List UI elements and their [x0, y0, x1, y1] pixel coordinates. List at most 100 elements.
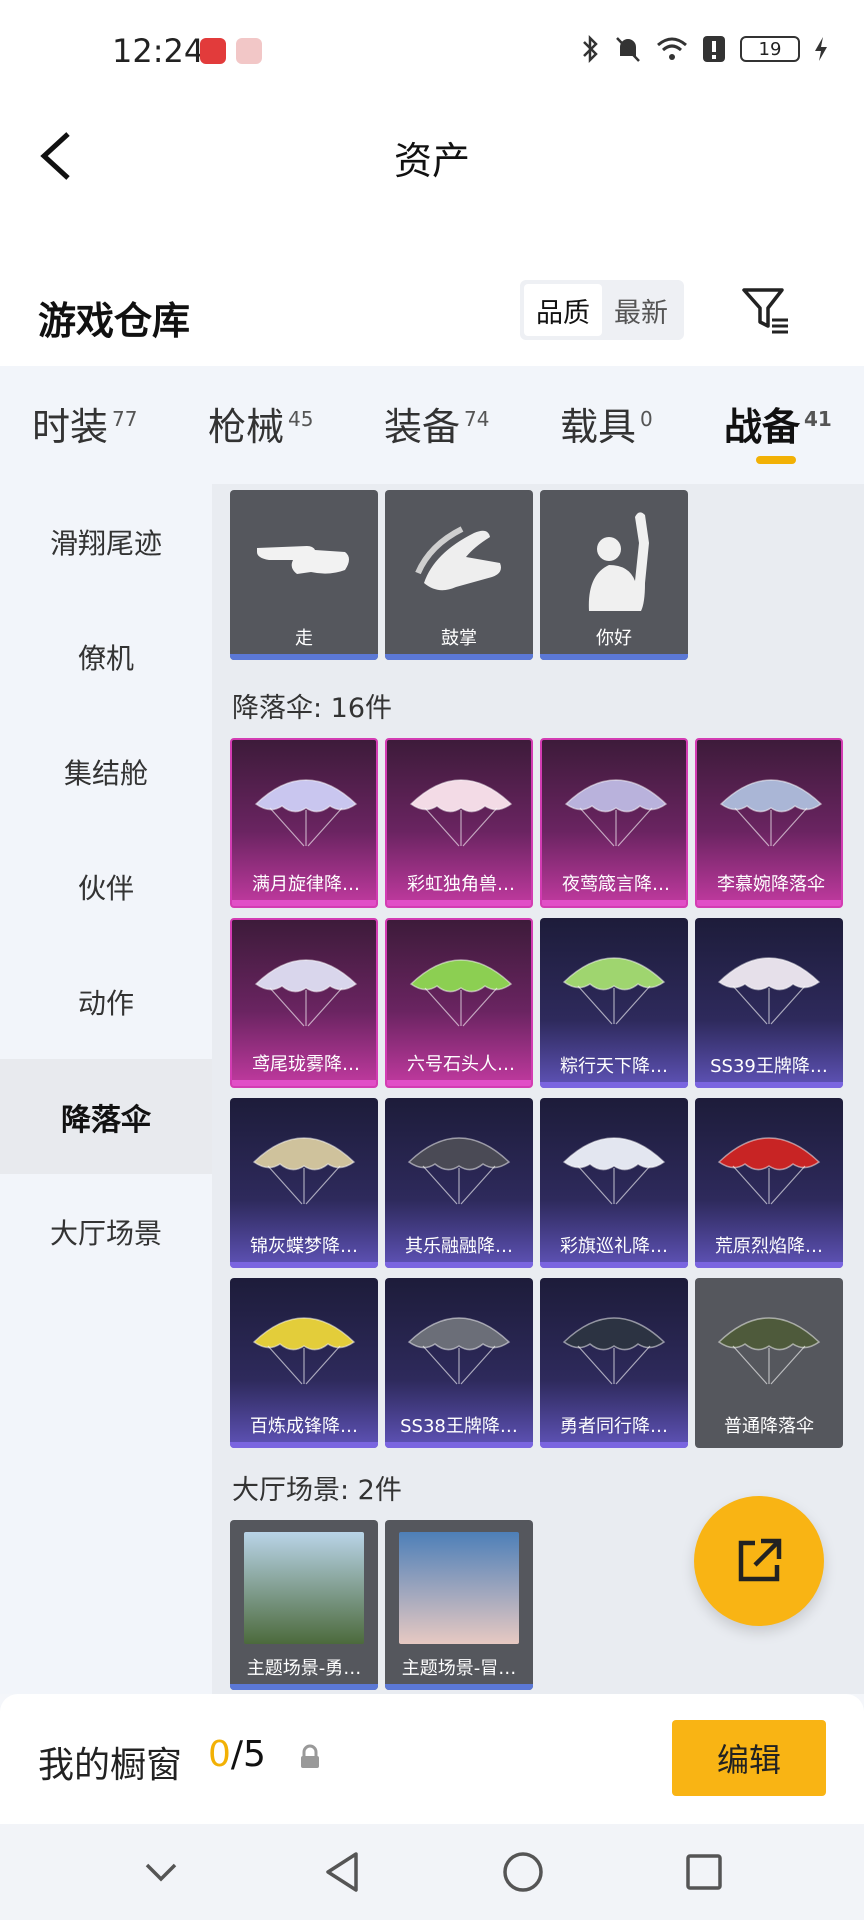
scene-thumbnail	[399, 1532, 519, 1644]
share-fab-button[interactable]	[694, 1496, 824, 1626]
parachute-card[interactable]: 荒原烈焰降…	[695, 1098, 843, 1268]
parachute-card[interactable]: 满月旋律降…	[230, 738, 378, 908]
pointing-hand-icon	[257, 546, 349, 574]
nav-collapse-button[interactable]	[131, 1842, 191, 1902]
parachute-card[interactable]: SS38王牌降…	[385, 1278, 533, 1448]
sidebar-item-wingman[interactable]: 僚机	[0, 599, 212, 714]
showcase-current-count: 0	[208, 1734, 231, 1775]
battery-icon: 19	[740, 36, 800, 62]
nav-back-button[interactable]	[312, 1842, 372, 1902]
sidebar-item-assembly-pod[interactable]: 集结舱	[0, 714, 212, 829]
parachute-card[interactable]: 李慕婉降落伞	[695, 738, 843, 908]
item-name: 走	[295, 628, 313, 649]
showcase-count: 0/5	[208, 1734, 266, 1775]
parachute-card[interactable]: 百炼成锋降…	[230, 1278, 378, 1448]
parachute-icon	[717, 1317, 821, 1385]
item-name: 主题场景-勇…	[246, 1658, 362, 1679]
parachute-card[interactable]: 六号石头人…	[385, 918, 533, 1088]
item-name: SS38王牌降…	[400, 1416, 518, 1437]
app-notification-icon	[200, 38, 226, 64]
parachute-icon	[407, 1317, 511, 1385]
warehouse-header: 游戏仓库 品质 最新	[0, 270, 864, 370]
item-name: 鸢尾珑雾降…	[252, 1054, 360, 1075]
item-name: 锦灰蝶梦降…	[250, 1236, 358, 1257]
mute-bell-icon	[616, 37, 640, 62]
parachute-icon	[564, 779, 668, 847]
tab-count: 41	[804, 407, 832, 432]
tab-label: 战备	[724, 405, 801, 449]
tab-equipment[interactable]: 装备 74	[384, 396, 489, 451]
parachute-icon	[252, 1317, 356, 1385]
item-name: 李慕婉降落伞	[717, 874, 825, 895]
parachute-card[interactable]: 勇者同行降…	[540, 1278, 688, 1448]
tab-vehicles[interactable]: 载具 0	[560, 396, 653, 451]
parachute-icon	[252, 1137, 356, 1205]
sort-latest-option[interactable]: 最新	[602, 284, 680, 336]
tab-count: 0	[640, 407, 653, 432]
parachute-card[interactable]: 锦灰蝶梦降…	[230, 1098, 378, 1268]
filter-icon	[742, 288, 788, 334]
edit-button[interactable]: 编辑	[672, 1720, 826, 1796]
sidebar-item-glide-trail[interactable]: 滑翔尾迹	[0, 484, 212, 599]
item-name: 你好	[596, 628, 632, 649]
parachute-icon	[409, 779, 513, 847]
showcase-total-count: /5	[230, 1734, 266, 1775]
item-name: 普通降落伞	[724, 1416, 814, 1437]
nav-recents-button[interactable]	[674, 1842, 734, 1902]
emote-card-clap[interactable]: 鼓掌	[385, 490, 533, 660]
item-name: 满月旋律降…	[252, 874, 360, 895]
tab-battle-prep[interactable]: 战备 41	[724, 396, 832, 451]
tab-label: 载具	[560, 405, 637, 449]
item-name: 主题场景-冒…	[401, 1658, 517, 1679]
showcase-bar: 我的橱窗 0/5 编辑	[0, 1694, 864, 1824]
sidebar-item-lobby-scene[interactable]: 大厅场景	[0, 1174, 212, 1289]
lobby-scene-section-label: 大厅场景: 2件	[232, 1475, 402, 1506]
lobby-scene-card[interactable]: 主题场景-冒…	[385, 1520, 533, 1690]
parachute-icon	[407, 1137, 511, 1205]
lobby-scene-card[interactable]: 主题场景-勇…	[230, 1520, 378, 1690]
filter-button[interactable]	[738, 282, 794, 338]
item-name: 彩旗巡礼降…	[560, 1236, 668, 1257]
tab-fashion[interactable]: 时装 77	[32, 396, 137, 451]
emote-card-hello[interactable]: 你好	[540, 490, 688, 660]
circle-home-icon	[502, 1852, 543, 1892]
bluetooth-icon	[583, 34, 598, 64]
sort-toggle: 品质 最新	[520, 280, 684, 340]
emote-grid: 走 鼓掌 你好	[230, 490, 843, 660]
item-name: 粽行天下降…	[560, 1056, 668, 1077]
parachute-card[interactable]: 夜莺箴言降…	[540, 738, 688, 908]
tab-firearms[interactable]: 枪械 45	[208, 396, 313, 451]
tab-count: 45	[288, 407, 314, 432]
sort-quality-option[interactable]: 品质	[524, 284, 602, 336]
item-name: 勇者同行降…	[560, 1416, 668, 1437]
subcategory-sidebar: 滑翔尾迹 僚机 集结舱 伙伴 动作 降落伞 大厅场景	[0, 484, 212, 1694]
parachute-card[interactable]: 粽行天下降…	[540, 918, 688, 1088]
lock-icon[interactable]	[298, 1744, 322, 1770]
parachute-icon	[562, 957, 666, 1025]
parachute-icon	[409, 959, 513, 1027]
sidebar-item-companion[interactable]: 伙伴	[0, 829, 212, 944]
emote-card-walk[interactable]: 走	[230, 490, 378, 660]
item-name: 百炼成锋降…	[250, 1416, 358, 1437]
nav-home-button[interactable]	[493, 1842, 553, 1902]
waving-person-icon	[588, 512, 649, 611]
parachute-card[interactable]: SS39王牌降…	[695, 918, 843, 1088]
share-out-icon	[738, 1538, 782, 1582]
item-name: 其乐融融降…	[405, 1236, 513, 1257]
parachute-card[interactable]: 彩旗巡礼降…	[540, 1098, 688, 1268]
parachute-card[interactable]: 普通降落伞	[695, 1278, 843, 1448]
system-nav-bar	[0, 1824, 864, 1920]
wifi-icon	[657, 37, 687, 60]
sidebar-item-emote[interactable]: 动作	[0, 944, 212, 1059]
status-bar: 12:24 19	[0, 0, 864, 104]
charging-icon	[815, 37, 827, 61]
parachute-card[interactable]: 彩虹独角兽…	[385, 738, 533, 908]
alert-icon	[703, 36, 725, 62]
tab-count: 77	[112, 407, 138, 432]
chevron-down-icon	[145, 1863, 176, 1882]
parachute-card[interactable]: 鸢尾珑雾降…	[230, 918, 378, 1088]
parachute-card[interactable]: 其乐融融降…	[385, 1098, 533, 1268]
sidebar-item-parachute[interactable]: 降落伞	[0, 1059, 212, 1174]
parachute-icon	[717, 1137, 821, 1205]
square-recents-icon	[685, 1854, 722, 1890]
